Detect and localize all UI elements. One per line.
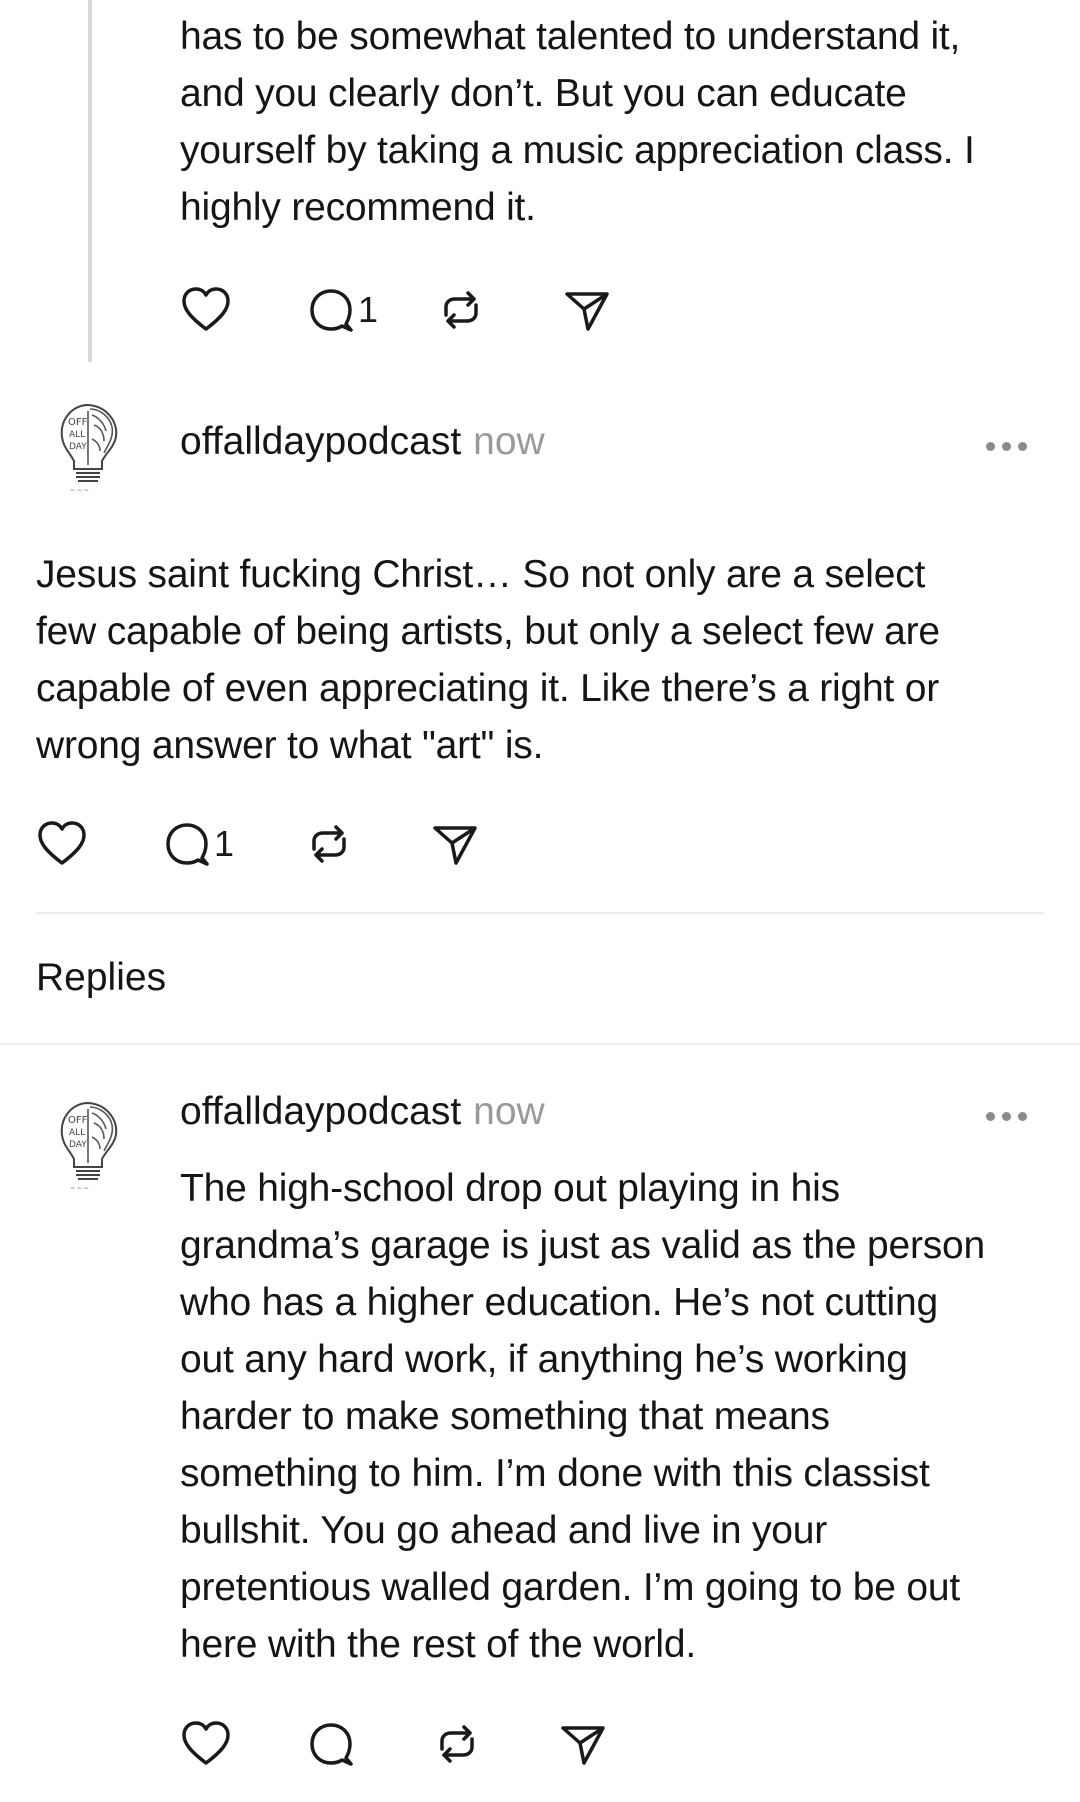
repost-button[interactable] — [436, 282, 562, 338]
reply-button[interactable]: 1 — [162, 816, 304, 872]
svg-text:OFF: OFF — [68, 417, 88, 428]
like-button[interactable] — [180, 282, 306, 338]
avatar[interactable]: OFF ALL DAY ~ ~ ~ — [48, 395, 148, 495]
reply-count: 1 — [214, 823, 235, 864]
avatar[interactable]: OFF ALL DAY ~ ~ ~ — [48, 1093, 148, 1193]
main-post-actions: 1 — [36, 816, 510, 872]
svg-text:~ ~ ~: ~ ~ ~ — [70, 487, 89, 494]
paper-plane-icon — [561, 1726, 605, 1765]
share-button[interactable] — [430, 816, 510, 872]
reply-count: 1 — [358, 289, 379, 330]
author-username[interactable]: offalldaypodcast — [180, 1090, 461, 1134]
reply-post-actions — [180, 1716, 638, 1772]
ellipsis-icon — [986, 1112, 995, 1121]
svg-text:ALL: ALL — [69, 430, 85, 440]
post-timestamp: now — [473, 420, 545, 463]
reply-header: offalldaypodcast now — [180, 1090, 545, 1134]
lightbulb-brain-logo-icon: OFF ALL DAY ~ ~ ~ — [60, 403, 118, 494]
like-button[interactable] — [36, 816, 162, 872]
heart-icon — [182, 1721, 230, 1765]
post-header: offalldaypodcast now — [180, 420, 545, 464]
more-options-button[interactable] — [986, 1112, 1027, 1121]
repost-button[interactable] — [304, 816, 430, 872]
divider — [36, 912, 1044, 914]
parent-post-text: has to be somewhat talented to understan… — [180, 15, 975, 229]
repost-arrows-icon — [440, 1725, 474, 1763]
reply-post-text: The high-school drop out playing in his … — [180, 1167, 986, 1666]
main-post-text: Jesus saint fucking Christ… So not only … — [36, 553, 940, 767]
lightbulb-brain-logo-icon: OFF ALL DAY ~ ~ ~ — [60, 1101, 118, 1192]
repost-arrows-icon — [312, 825, 346, 863]
svg-text:DAY: DAY — [69, 442, 87, 452]
comment-bubble-icon — [310, 289, 353, 332]
paper-plane-icon — [565, 292, 609, 331]
heart-icon — [182, 287, 230, 331]
comment-bubble-icon — [310, 1723, 353, 1766]
share-button[interactable] — [562, 282, 642, 338]
comment-bubble-icon — [166, 823, 209, 866]
post-timestamp: now — [473, 1090, 545, 1133]
svg-text:~ ~ ~: ~ ~ ~ — [70, 1185, 89, 1192]
author-username[interactable]: offalldaypodcast — [180, 420, 461, 464]
reply-button[interactable]: 1 — [306, 282, 436, 338]
repost-button[interactable] — [432, 1716, 558, 1772]
svg-text:OFF: OFF — [68, 1115, 88, 1126]
reply-button[interactable] — [306, 1716, 432, 1772]
replies-heading: Replies — [36, 956, 167, 999]
divider — [0, 1043, 1080, 1045]
svg-text:DAY: DAY — [69, 1140, 87, 1150]
paper-plane-icon — [433, 826, 477, 865]
heart-icon — [38, 821, 86, 865]
thread-connector-line — [88, 0, 92, 362]
like-button[interactable] — [180, 1716, 306, 1772]
share-button[interactable] — [558, 1716, 638, 1772]
parent-post-actions: 1 — [180, 282, 642, 338]
svg-text:ALL: ALL — [69, 1128, 85, 1138]
repost-arrows-icon — [444, 291, 478, 329]
more-options-button[interactable] — [986, 442, 1027, 451]
ellipsis-icon — [986, 442, 995, 451]
